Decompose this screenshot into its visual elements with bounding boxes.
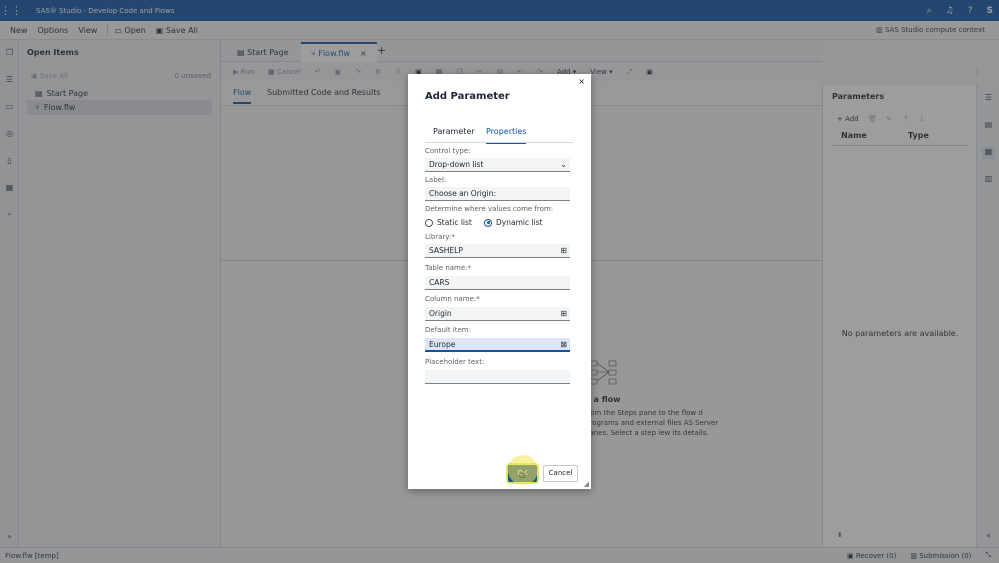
add-column-icon[interactable]: ⊞ xyxy=(560,309,567,318)
resize-grip-icon[interactable]: ◢ xyxy=(584,480,589,488)
library-value: SASHELP xyxy=(429,246,463,255)
radio-off-icon xyxy=(425,218,433,227)
values-source-label: Determine where values come from: xyxy=(425,205,554,213)
label-input[interactable]: Choose an Origin: xyxy=(425,187,570,201)
control-type-select[interactable]: Drop-down list ⌄ xyxy=(425,158,570,172)
tab-parameter[interactable]: Parameter xyxy=(433,127,475,136)
placeholder-text-input[interactable] xyxy=(425,370,570,384)
default-item-label: Default item: xyxy=(425,326,471,334)
static-list-radio[interactable]: Static list xyxy=(425,218,472,227)
label-label: Label: xyxy=(425,176,447,184)
label-value: Choose an Origin: xyxy=(429,189,497,198)
dynamic-list-radio[interactable]: Dynamic list xyxy=(484,218,542,227)
table-name-label: Table name:* xyxy=(425,264,472,272)
default-item-value: Europe xyxy=(429,339,456,349)
dialog-title: Add Parameter xyxy=(425,91,510,102)
column-name-label: Column name:* xyxy=(425,295,480,303)
column-name-input[interactable]: Origin ⊞ xyxy=(425,307,570,321)
cancel-button[interactable]: Cancel xyxy=(543,465,578,482)
library-input[interactable]: SASHELP ⊞ xyxy=(425,244,570,258)
add-parameter-dialog: × Add Parameter Parameter Properties Con… xyxy=(408,74,591,489)
radio-on-icon xyxy=(484,218,492,227)
pointer-cursor-icon: ☝ xyxy=(519,468,526,481)
chevron-down-icon: ⌄ xyxy=(560,160,567,169)
select-value-icon[interactable]: ⊠ xyxy=(560,340,567,349)
static-list-label: Static list xyxy=(437,218,472,227)
control-type-label: Control type: xyxy=(425,147,471,155)
placeholder-text-label: Placeholder text: xyxy=(425,358,485,366)
table-name-input[interactable]: CARS xyxy=(425,276,570,290)
library-browse-icon[interactable]: ⊞ xyxy=(560,246,567,255)
default-item-input[interactable]: Europe ⊠ xyxy=(425,338,570,352)
column-name-value: Origin xyxy=(429,309,452,318)
dynamic-list-label: Dynamic list xyxy=(496,218,543,227)
tab-divider xyxy=(425,142,573,143)
close-icon[interactable]: × xyxy=(578,77,585,86)
table-name-value: CARS xyxy=(429,278,450,287)
control-type-value: Drop-down list xyxy=(429,160,484,169)
library-label: Library:* xyxy=(425,233,455,241)
